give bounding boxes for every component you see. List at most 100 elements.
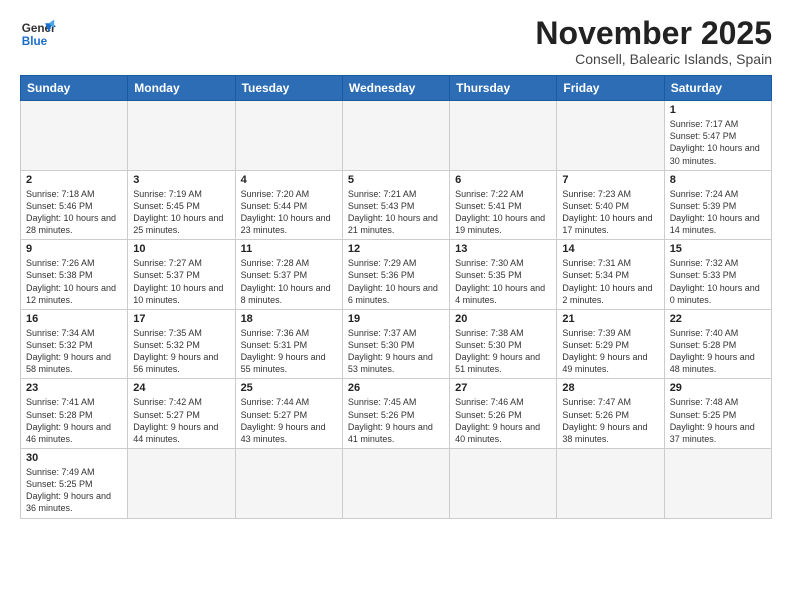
day-number: 24	[133, 382, 229, 394]
calendar-cell	[450, 449, 557, 519]
day-number: 12	[348, 243, 444, 255]
calendar-cell: 26 Sunrise: 7:45 AMSunset: 5:26 PMDayligh…	[342, 379, 449, 449]
calendar-cell	[342, 449, 449, 519]
day-number: 1	[670, 104, 766, 116]
day-number: 23	[26, 382, 122, 394]
weekday-header-sunday: Sunday	[21, 76, 128, 101]
week-row-3: 16 Sunrise: 7:34 AMSunset: 5:32 PMDayligh…	[21, 309, 772, 379]
calendar-cell: 9Sunrise: 7:26 AMSunset: 5:38 PMDaylight…	[21, 240, 128, 310]
day-info: Sunrise: 7:41 AMSunset: 5:28 PMDaylight:…	[26, 396, 122, 445]
week-row-2: 9Sunrise: 7:26 AMSunset: 5:38 PMDaylight…	[21, 240, 772, 310]
weekday-header-wednesday: Wednesday	[342, 76, 449, 101]
day-number: 17	[133, 313, 229, 325]
day-number: 8	[670, 174, 766, 186]
calendar-cell: 1 Sunrise: 7:17 AMSunset: 5:47 PMDaylight…	[664, 101, 771, 171]
calendar-cell: 24 Sunrise: 7:42 AMSunset: 5:27 PMDayligh…	[128, 379, 235, 449]
calendar-cell: 8 Sunrise: 7:24 AMSunset: 5:39 PMDaylight…	[664, 170, 771, 240]
calendar-cell: 19Sunrise: 7:37 AMSunset: 5:30 PMDayligh…	[342, 309, 449, 379]
week-row-5: 30Sunrise: 7:49 AMSunset: 5:25 PMDayligh…	[21, 449, 772, 519]
day-info: Sunrise: 7:23 AMSunset: 5:40 PMDaylight:…	[562, 188, 658, 237]
day-info: Sunrise: 7:36 AMSunset: 5:31 PMDaylight:…	[241, 327, 337, 376]
calendar-cell	[128, 101, 235, 171]
day-number: 6	[455, 174, 551, 186]
header: General Blue November 2025 Consell, Bale…	[20, 16, 772, 67]
calendar-cell: 13Sunrise: 7:30 AMSunset: 5:35 PMDayligh…	[450, 240, 557, 310]
day-info: Sunrise: 7:37 AMSunset: 5:30 PMDaylight:…	[348, 327, 444, 376]
day-number: 11	[241, 243, 337, 255]
calendar-cell: 16 Sunrise: 7:34 AMSunset: 5:32 PMDayligh…	[21, 309, 128, 379]
day-info: Sunrise: 7:48 AMSunset: 5:25 PMDaylight:…	[670, 396, 766, 445]
calendar-cell: 23 Sunrise: 7:41 AMSunset: 5:28 PMDayligh…	[21, 379, 128, 449]
day-number: 13	[455, 243, 551, 255]
calendar-cell: 6 Sunrise: 7:22 AMSunset: 5:41 PMDaylight…	[450, 170, 557, 240]
day-info: Sunrise: 7:28 AMSunset: 5:37 PMDaylight:…	[241, 257, 337, 306]
calendar-cell: 12Sunrise: 7:29 AMSunset: 5:36 PMDayligh…	[342, 240, 449, 310]
day-number: 5	[348, 174, 444, 186]
day-number: 2	[26, 174, 122, 186]
day-number: 27	[455, 382, 551, 394]
title-block: November 2025 Consell, Balearic Islands,…	[535, 16, 772, 67]
day-number: 30	[26, 452, 122, 464]
calendar-cell: 14 Sunrise: 7:31 AMSunset: 5:34 PMDayligh…	[557, 240, 664, 310]
day-info: Sunrise: 7:17 AMSunset: 5:47 PMDaylight:…	[670, 118, 766, 167]
day-info: Sunrise: 7:38 AMSunset: 5:30 PMDaylight:…	[455, 327, 551, 376]
calendar-cell	[21, 101, 128, 171]
day-info: Sunrise: 7:42 AMSunset: 5:27 PMDaylight:…	[133, 396, 229, 445]
svg-text:Blue: Blue	[22, 35, 48, 48]
day-info: Sunrise: 7:39 AMSunset: 5:29 PMDaylight:…	[562, 327, 658, 376]
day-info: Sunrise: 7:27 AMSunset: 5:37 PMDaylight:…	[133, 257, 229, 306]
calendar-cell: 15 Sunrise: 7:32 AMSunset: 5:33 PMDayligh…	[664, 240, 771, 310]
week-row-4: 23 Sunrise: 7:41 AMSunset: 5:28 PMDayligh…	[21, 379, 772, 449]
day-info: Sunrise: 7:31 AMSunset: 5:34 PMDaylight:…	[562, 257, 658, 306]
day-info: Sunrise: 7:19 AMSunset: 5:45 PMDaylight:…	[133, 188, 229, 237]
calendar-cell	[450, 101, 557, 171]
calendar-cell	[235, 101, 342, 171]
calendar-cell	[557, 449, 664, 519]
day-info: Sunrise: 7:46 AMSunset: 5:26 PMDaylight:…	[455, 396, 551, 445]
weekday-header-row: SundayMondayTuesdayWednesdayThursdayFrid…	[21, 76, 772, 101]
day-number: 15	[670, 243, 766, 255]
day-info: Sunrise: 7:22 AMSunset: 5:41 PMDaylight:…	[455, 188, 551, 237]
day-info: Sunrise: 7:35 AMSunset: 5:32 PMDaylight:…	[133, 327, 229, 376]
day-info: Sunrise: 7:44 AMSunset: 5:27 PMDaylight:…	[241, 396, 337, 445]
day-number: 14	[562, 243, 658, 255]
day-info: Sunrise: 7:18 AMSunset: 5:46 PMDaylight:…	[26, 188, 122, 237]
calendar-cell: 18 Sunrise: 7:36 AMSunset: 5:31 PMDayligh…	[235, 309, 342, 379]
calendar-cell	[557, 101, 664, 171]
day-info: Sunrise: 7:45 AMSunset: 5:26 PMDaylight:…	[348, 396, 444, 445]
calendar-cell	[235, 449, 342, 519]
week-row-0: 1 Sunrise: 7:17 AMSunset: 5:47 PMDaylight…	[21, 101, 772, 171]
weekday-header-tuesday: Tuesday	[235, 76, 342, 101]
calendar-cell: 25Sunrise: 7:44 AMSunset: 5:27 PMDayligh…	[235, 379, 342, 449]
calendar-cell: 17 Sunrise: 7:35 AMSunset: 5:32 PMDayligh…	[128, 309, 235, 379]
day-number: 10	[133, 243, 229, 255]
day-info: Sunrise: 7:26 AMSunset: 5:38 PMDaylight:…	[26, 257, 122, 306]
day-number: 18	[241, 313, 337, 325]
day-number: 28	[562, 382, 658, 394]
day-info: Sunrise: 7:34 AMSunset: 5:32 PMDaylight:…	[26, 327, 122, 376]
week-row-1: 2 Sunrise: 7:18 AMSunset: 5:46 PMDaylight…	[21, 170, 772, 240]
calendar-cell: 5 Sunrise: 7:21 AMSunset: 5:43 PMDaylight…	[342, 170, 449, 240]
calendar-cell: 20Sunrise: 7:38 AMSunset: 5:30 PMDayligh…	[450, 309, 557, 379]
calendar-cell	[342, 101, 449, 171]
weekday-header-monday: Monday	[128, 76, 235, 101]
month-title: November 2025	[535, 16, 772, 51]
weekday-header-friday: Friday	[557, 76, 664, 101]
calendar-cell: 2 Sunrise: 7:18 AMSunset: 5:46 PMDaylight…	[21, 170, 128, 240]
calendar-cell: 7Sunrise: 7:23 AMSunset: 5:40 PMDaylight…	[557, 170, 664, 240]
day-number: 4	[241, 174, 337, 186]
day-info: Sunrise: 7:21 AMSunset: 5:43 PMDaylight:…	[348, 188, 444, 237]
location-title: Consell, Balearic Islands, Spain	[535, 51, 772, 67]
day-info: Sunrise: 7:32 AMSunset: 5:33 PMDaylight:…	[670, 257, 766, 306]
calendar-cell: 22Sunrise: 7:40 AMSunset: 5:28 PMDayligh…	[664, 309, 771, 379]
day-info: Sunrise: 7:40 AMSunset: 5:28 PMDaylight:…	[670, 327, 766, 376]
day-number: 26	[348, 382, 444, 394]
day-number: 21	[562, 313, 658, 325]
calendar-cell: 4Sunrise: 7:20 AMSunset: 5:44 PMDaylight…	[235, 170, 342, 240]
day-info: Sunrise: 7:24 AMSunset: 5:39 PMDaylight:…	[670, 188, 766, 237]
calendar-cell: 21 Sunrise: 7:39 AMSunset: 5:29 PMDayligh…	[557, 309, 664, 379]
logo: General Blue	[20, 16, 56, 52]
calendar-cell: 3Sunrise: 7:19 AMSunset: 5:45 PMDaylight…	[128, 170, 235, 240]
day-number: 16	[26, 313, 122, 325]
calendar-cell: 29Sunrise: 7:48 AMSunset: 5:25 PMDayligh…	[664, 379, 771, 449]
